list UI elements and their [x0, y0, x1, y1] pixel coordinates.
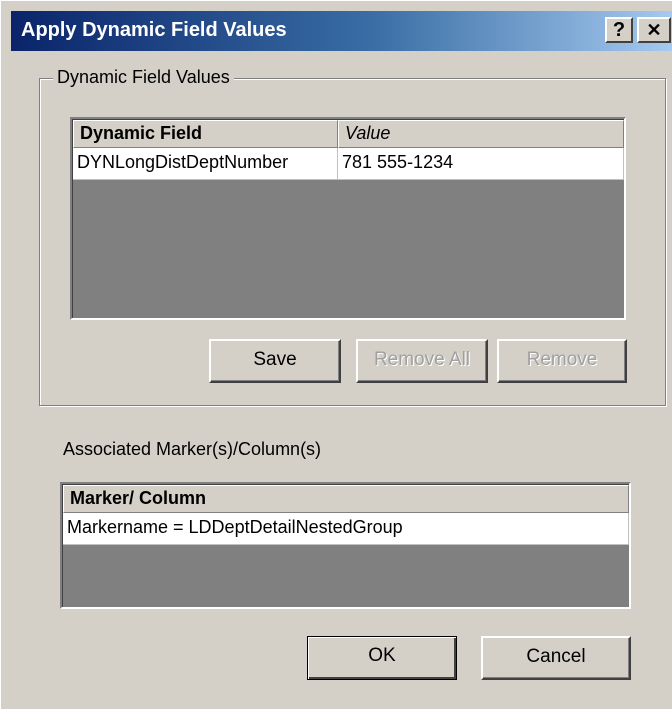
column-header-dynamic-field[interactable]: Dynamic Field [73, 120, 338, 148]
associated-markers-label: Associated Marker(s)/Column(s) [63, 439, 322, 459]
grid-header-row: Dynamic Field Value [73, 120, 624, 148]
column-header-value[interactable]: Value [338, 120, 624, 148]
ok-button[interactable]: OK [307, 636, 457, 680]
column-header-marker-column[interactable]: Marker/ Column [63, 485, 629, 513]
cancel-button[interactable]: Cancel [481, 636, 631, 680]
dialog-window: Apply Dynamic Field Values ? ✕ Dynamic F… [0, 0, 672, 709]
value-cell[interactable]: 781 555-1234 [338, 148, 624, 180]
table-row[interactable]: Markername = LDDeptDetailNestedGroup [63, 513, 629, 545]
grid-header-row: Marker/ Column [63, 485, 629, 513]
close-icon: ✕ [646, 20, 662, 40]
close-button[interactable]: ✕ [637, 17, 671, 43]
remove-all-button[interactable]: Remove All [356, 339, 488, 383]
dynamic-field-grid[interactable]: Dynamic Field Value DYNLongDistDeptNumbe… [70, 117, 626, 320]
help-button[interactable]: ? [605, 17, 633, 43]
remove-button[interactable]: Remove [497, 339, 627, 383]
title-bar[interactable]: Apply Dynamic Field Values ? ✕ [11, 11, 672, 51]
associated-marker-grid[interactable]: Marker/ Column Markername = LDDeptDetail… [60, 482, 631, 609]
window-title: Apply Dynamic Field Values [21, 19, 287, 41]
group-caption: Dynamic Field Values [53, 67, 234, 88]
marker-cell[interactable]: Markername = LDDeptDetailNestedGroup [63, 513, 629, 545]
dynamic-field-cell[interactable]: DYNLongDistDeptNumber [73, 148, 338, 180]
save-button[interactable]: Save [209, 339, 341, 383]
table-row[interactable]: DYNLongDistDeptNumber 781 555-1234 [73, 148, 624, 180]
